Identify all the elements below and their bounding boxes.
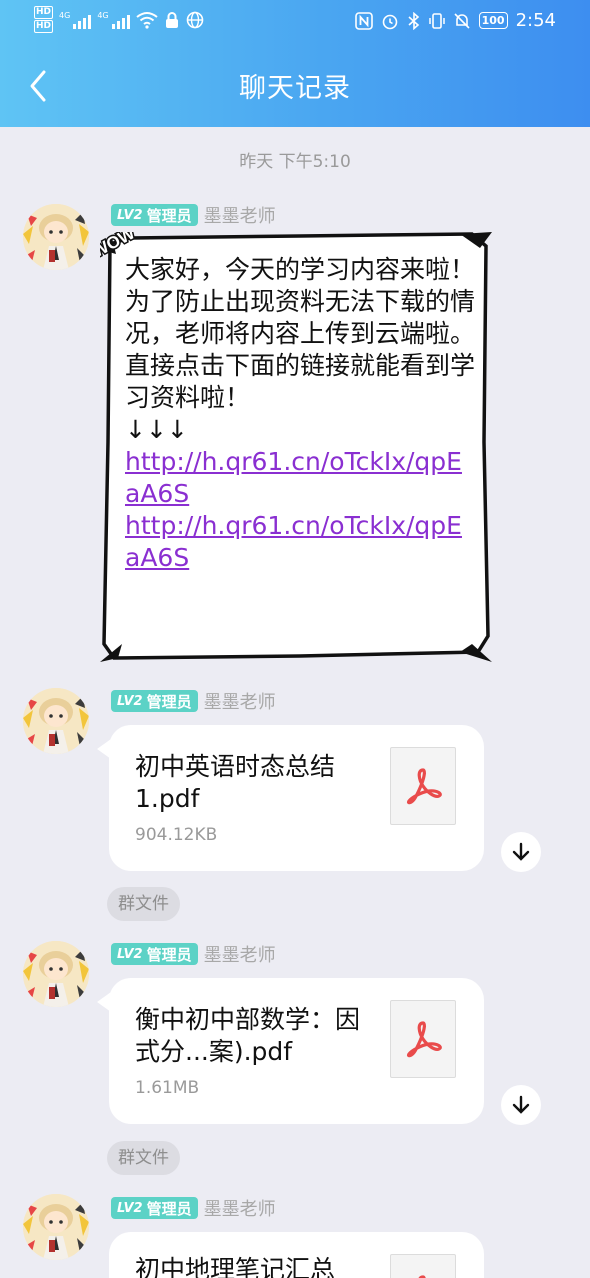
- arrow-down-icon: [512, 1095, 530, 1114]
- admin-badge: LV2 管理员: [111, 1197, 198, 1219]
- battery-icon: 100: [478, 12, 508, 29]
- bluetooth-icon: [408, 11, 419, 30]
- message-text: 大家好，今天的学习内容来啦！ 为了防止出现资料无法下载的情况，老师将内容上传到云…: [125, 254, 475, 574]
- avatar[interactable]: [23, 204, 89, 270]
- signal-icon: 4G: [59, 11, 92, 29]
- role-label: 管理员: [146, 692, 192, 711]
- admin-badge: LV2 管理员: [111, 943, 198, 965]
- page-title: 聊天记录: [239, 73, 351, 104]
- sender-name: 墨墨老师: [203, 945, 276, 966]
- message-line: ↓↓↓: [125, 415, 188, 444]
- lock-icon: [165, 12, 178, 28]
- avatar[interactable]: [23, 1194, 89, 1260]
- signal-tag: 4G: [59, 11, 71, 20]
- signal-icon-2: 4G: [97, 11, 130, 29]
- globe-icon: [186, 11, 203, 29]
- pdf-icon: [390, 1000, 456, 1078]
- role-label: 管理员: [146, 945, 192, 964]
- bubble-tail: [97, 992, 111, 1012]
- sender-name: 墨墨老师: [203, 206, 276, 227]
- hd-top-label: HD: [34, 6, 54, 19]
- level-label: LV2: [117, 946, 143, 962]
- message-link[interactable]: http://h.qr61.cn/oTckIx/qpEaA6S: [125, 510, 475, 574]
- file-card[interactable]: 初中英语时态总结1.pdf 904.12KB: [97, 725, 484, 871]
- admin-badge: LV2 管理员: [111, 690, 198, 712]
- sender-info: LV2 管理员 墨墨老师: [111, 941, 276, 967]
- alarm-icon: [382, 14, 397, 29]
- level-label: LV2: [117, 207, 143, 223]
- hd-bottom-label: HD: [34, 20, 54, 33]
- hd-indicator: HD HD: [34, 6, 54, 34]
- arrow-down-icon: [512, 842, 530, 861]
- file-card[interactable]: 初中地理笔记汇总: [109, 1232, 484, 1278]
- level-label: LV2: [117, 1200, 143, 1216]
- top-bar: HD HD 4G 4G 100 2:54 聊天记录: [0, 0, 590, 127]
- status-bar-right: 100 2:54: [354, 10, 556, 31]
- sender-info: LV2 管理员 墨墨老师: [111, 688, 276, 714]
- file-name: 初中英语时态总结1.pdf: [135, 752, 336, 813]
- message-line: 直接点击下面的链接就能看到学习资料啦！: [125, 351, 476, 412]
- nfc-icon: [354, 11, 373, 30]
- message-link[interactable]: http://h.qr61.cn/oTckIx/qpEaA6S: [125, 446, 475, 510]
- bubble-tail: [97, 739, 111, 759]
- sender-name: 墨墨老师: [203, 692, 276, 713]
- status-time: 2:54: [515, 10, 556, 31]
- signal-tag-2: 4G: [97, 11, 109, 20]
- message-line: 大家好，今天的学习内容来啦！: [125, 255, 476, 284]
- mute-bell-icon: [454, 12, 470, 29]
- pdf-icon: [390, 1254, 456, 1278]
- sender-name: 墨墨老师: [203, 1199, 276, 1220]
- file-size: 1.61MB: [135, 1078, 200, 1098]
- admin-badge: LV2 管理员: [111, 204, 198, 226]
- sender-info: LV2 管理员 墨墨老师: [111, 1195, 276, 1221]
- download-button[interactable]: [501, 1085, 541, 1125]
- file-name: 初中地理笔记汇总: [135, 1255, 336, 1278]
- avatar[interactable]: [23, 688, 89, 754]
- role-label: 管理员: [146, 206, 192, 225]
- file-name: 衡中初中部数学：因式分...案).pdf: [135, 1005, 361, 1066]
- avatar[interactable]: [23, 941, 89, 1007]
- vibrate-icon: [428, 12, 445, 29]
- time-separator: 昨天 下午5:10: [239, 152, 351, 172]
- status-bar-left: HD HD 4G 4G: [34, 6, 204, 34]
- group-file-tag[interactable]: 群文件: [107, 1141, 180, 1175]
- level-label: LV2: [117, 693, 143, 709]
- pdf-icon: [390, 747, 456, 825]
- file-card[interactable]: 衡中初中部数学：因式分...案).pdf 1.61MB: [97, 978, 484, 1124]
- role-label: 管理员: [146, 1199, 192, 1218]
- sender-info: LV2 管理员 墨墨老师: [111, 202, 276, 228]
- file-size: 904.12KB: [135, 825, 218, 845]
- message-line: 为了防止出现资料无法下载的情况，老师将内容上传到云端啦。: [125, 287, 476, 348]
- group-file-tag[interactable]: 群文件: [107, 887, 180, 921]
- status-bar: HD HD 4G 4G 100 2:54: [0, 0, 590, 44]
- wifi-icon: [135, 12, 158, 29]
- download-button[interactable]: [501, 832, 541, 872]
